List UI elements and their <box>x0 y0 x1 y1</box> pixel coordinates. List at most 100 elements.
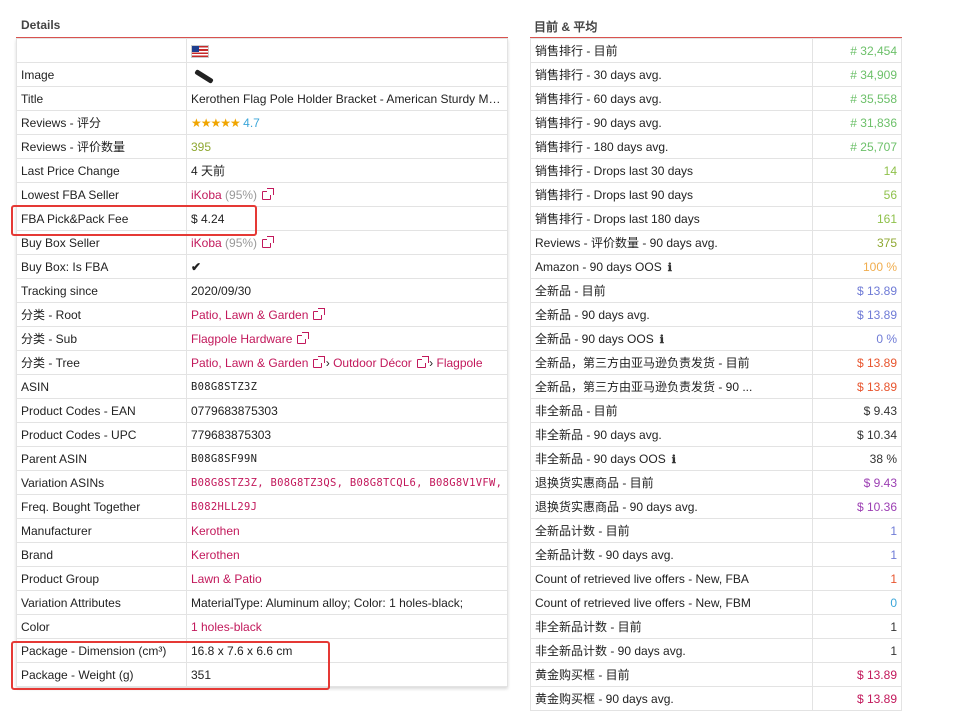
table-row: Reviews - 评分 ★★★★★ 4.7 <box>16 110 508 135</box>
seller-link[interactable]: iKoba <box>191 188 222 202</box>
table-row: 全新品，第三方由亚马逊负责发货 - 90 ... $ 13.89 <box>530 374 902 399</box>
external-link-icon[interactable] <box>416 355 429 368</box>
row-value: $ 13.89 <box>812 302 902 327</box>
row-value: 1 <box>812 614 902 639</box>
table-row: 销售排行 - 180 days avg. # 25,707 <box>530 134 902 159</box>
table-row: 黄金购买框 - 目前 $ 13.89 <box>530 662 902 687</box>
table-row: Parent ASIN B08G8SF99N <box>16 446 508 471</box>
row-label: Count of retrieved live offers - New, FB… <box>530 590 813 615</box>
table-row: 非全新品计数 - 90 days avg. 1 <box>530 638 902 663</box>
bought-together-link[interactable]: B082HLL29J <box>186 494 508 519</box>
external-link-icon[interactable] <box>262 235 275 248</box>
info-icon[interactable]: ℹ <box>660 333 664 346</box>
table-row: Image <box>16 62 508 87</box>
row-label: Variation ASINs <box>16 470 187 495</box>
manufacturer-link[interactable]: Kerothen <box>186 518 508 543</box>
row-label: Parent ASIN <box>16 446 187 471</box>
row-value: # 34,909 <box>812 62 902 87</box>
category-link[interactable]: Patio, Lawn & Garden <box>191 356 308 370</box>
external-link-icon[interactable] <box>297 331 310 344</box>
row-label: Package - Dimension (cm³) <box>16 638 187 663</box>
package-dimension: 16.8 x 7.6 x 6.6 cm <box>186 638 508 663</box>
row-label: Brand <box>16 542 187 567</box>
table-row: Variation Attributes MaterialType: Alumin… <box>16 590 508 615</box>
row-value: 0 % <box>812 326 902 351</box>
external-link-icon[interactable] <box>262 187 275 200</box>
row-value: $ 10.34 <box>812 422 902 447</box>
seller-link[interactable]: iKoba <box>191 236 222 250</box>
row-label: 退换货实惠商品 - 90 days avg. <box>530 494 813 519</box>
variation-asins-links[interactable]: B08G8STZ3Z, B08G8TZ3QS, B08G8TCQL6, B08G… <box>186 470 508 495</box>
us-flag-icon <box>191 44 209 58</box>
row-label: 黄金购买框 - 90 days avg. <box>530 686 813 711</box>
row-value: $ 10.36 <box>812 494 902 519</box>
row-label: Variation Attributes <box>16 590 187 615</box>
row-label: 分类 - Sub <box>16 326 187 351</box>
row-label: 销售排行 - Drops last 180 days <box>530 206 813 231</box>
table-row: Variation ASINs B08G8STZ3Z, B08G8TZ3QS, B… <box>16 470 508 495</box>
row-value: $ 13.89 <box>812 278 902 303</box>
external-link-icon[interactable] <box>313 355 326 368</box>
table-row: 黄金购买框 - 90 days avg. $ 13.89 <box>530 686 902 711</box>
row-label: 退换货实惠商品 - 目前 <box>530 470 813 495</box>
table-row: Brand Kerothen <box>16 542 508 567</box>
brand-link[interactable]: Kerothen <box>186 542 508 567</box>
last-price-change: 4 天前 <box>186 158 508 183</box>
row-value: $ 9.43 <box>812 398 902 423</box>
row-label: 全新品 - 90 days avg. <box>530 302 813 327</box>
table-row: Product Codes - UPC 779683875303 <box>16 422 508 447</box>
external-link-icon[interactable] <box>313 307 326 320</box>
row-label: Buy Box: Is FBA <box>16 254 187 279</box>
table-row: 销售排行 - Drops last 90 days 56 <box>530 182 902 207</box>
row-value: # 32,454 <box>812 38 902 63</box>
row-label: 分类 - Root <box>16 302 187 327</box>
row-value: 1 <box>812 638 902 663</box>
table-row: 全新品 - 目前 $ 13.89 <box>530 278 902 303</box>
row-label: 非全新品 - 目前 <box>530 398 813 423</box>
tracking-since: 2020/09/30 <box>186 278 508 303</box>
row-label: Manufacturer <box>16 518 187 543</box>
table-row: Count of retrieved live offers - New, FB… <box>530 566 902 591</box>
table-row: 全新品计数 - 90 days avg. 1 <box>530 542 902 567</box>
row-label: 销售排行 - 180 days avg. <box>530 134 813 159</box>
row-label: 全新品计数 - 目前 <box>530 518 813 543</box>
ean-value: 0779683875303 <box>186 398 508 423</box>
star-rating-icon: ★★★★★ <box>191 115 241 130</box>
table-row: Tracking since 2020/09/30 <box>16 278 508 303</box>
variation-attributes: MaterialType: Aluminum alloy; Color: 1 h… <box>186 590 508 615</box>
info-icon[interactable]: ℹ <box>668 261 672 274</box>
category-link[interactable]: Patio, Lawn & Garden <box>191 308 308 322</box>
row-value: 100 % <box>812 254 902 279</box>
category-link[interactable]: Outdoor Décor <box>333 356 412 370</box>
details-table: Image Title Kerothen Flag Pole Holder Bra… <box>16 38 508 687</box>
row-label: 非全新品 - 90 days avg. <box>530 422 813 447</box>
row-label: ASIN <box>16 374 187 399</box>
row-label: Product Group <box>16 566 187 591</box>
rating-value: 4.7 <box>243 115 260 130</box>
details-title: Details <box>16 0 508 38</box>
current-average-title: 目前 & 平均 <box>530 0 902 38</box>
info-icon[interactable]: ℹ <box>672 453 676 466</box>
row-value: # 31,836 <box>812 110 902 135</box>
product-image-thumbnail[interactable] <box>194 68 214 84</box>
parent-asin: B08G8SF99N <box>186 446 508 471</box>
row-label: Buy Box Seller <box>16 230 187 255</box>
table-row: 非全新品 - 目前 $ 9.43 <box>530 398 902 423</box>
table-row: 分类 - Sub Flagpole Hardware <box>16 326 508 351</box>
reviews-count: 395 <box>186 134 508 159</box>
row-value: $ 13.89 <box>812 374 902 399</box>
table-row: Package - Weight (g) 351 <box>16 662 508 687</box>
category-link[interactable]: Flagpole Hardware <box>191 332 292 346</box>
row-value: # 25,707 <box>812 134 902 159</box>
row-value: $ 13.89 <box>812 662 902 687</box>
table-row: Lowest FBA Seller iKoba (95%) <box>16 182 508 207</box>
row-label: Reviews - 评价数量 <box>16 134 187 159</box>
row-label: Reviews - 评分 <box>16 110 187 135</box>
table-row: Last Price Change 4 天前 <box>16 158 508 183</box>
row-label: 全新品，第三方由亚马逊负责发货 - 目前 <box>530 350 813 375</box>
category-link[interactable]: Flagpole <box>436 356 482 370</box>
row-label: 分类 - Tree <box>16 350 187 375</box>
table-row: Amazon - 90 days OOS ℹ 100 % <box>530 254 902 279</box>
product-group-link[interactable]: Lawn & Patio <box>186 566 508 591</box>
color-link[interactable]: 1 holes-black <box>186 614 508 639</box>
